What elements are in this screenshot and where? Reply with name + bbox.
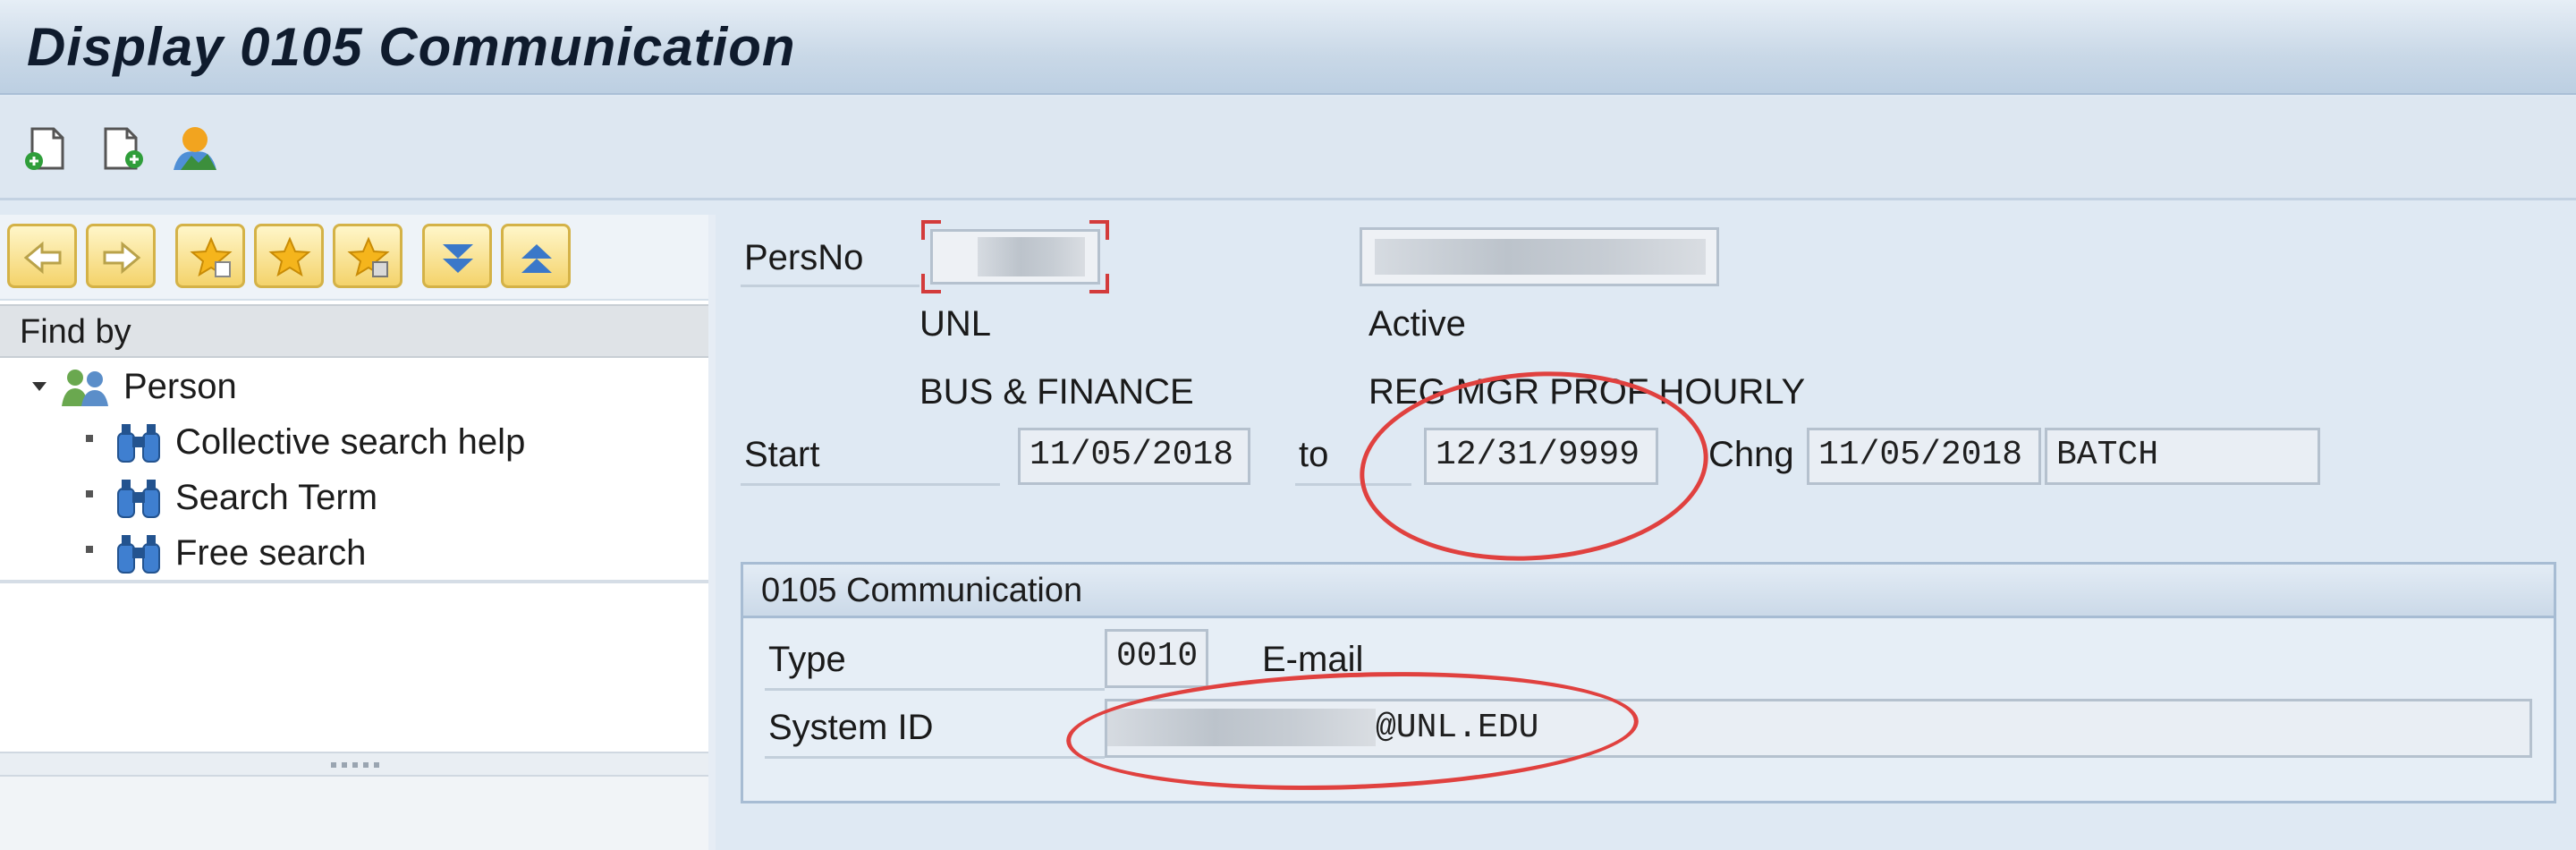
system-id-label: System ID	[768, 708, 934, 747]
tree-item-collective-search[interactable]: Collective search help	[0, 415, 708, 471]
communication-type-field[interactable]: 0010	[1105, 629, 1208, 688]
arrow-right-icon	[103, 241, 141, 275]
changed-on-date-field: 11/05/2018	[1807, 428, 2041, 485]
focus-corner	[921, 220, 941, 240]
org-unit-text: UNL	[919, 304, 992, 344]
tree-divider	[0, 580, 708, 583]
splitter-grip-icon[interactable]	[331, 762, 385, 768]
tree-item-label: Search Term	[175, 478, 378, 517]
changed-on-label: Chng	[1708, 435, 1794, 474]
persno-field[interactable]	[930, 229, 1100, 285]
employment-status-text: Active	[1368, 304, 1466, 344]
employee-name-field	[1360, 227, 1719, 286]
label-underline	[741, 285, 919, 287]
binoculars-icon	[117, 535, 160, 574]
changed-by-field: BATCH	[2045, 428, 2320, 485]
department-text: BUS & FINANCE	[919, 372, 1194, 412]
delete-favorite-button[interactable]	[333, 224, 402, 288]
label-underline	[765, 688, 1105, 691]
copy-document-icon[interactable]	[95, 122, 148, 175]
title-bar: Display 0105 Communication	[0, 0, 2576, 95]
person-overview-icon[interactable]	[168, 122, 222, 175]
object-manager-panel: Find by Person Collective search help Se…	[0, 215, 716, 850]
redacted-value	[1375, 239, 1706, 275]
label-underline	[765, 756, 1105, 759]
next-button[interactable]	[86, 224, 156, 288]
navigation-toolbar	[0, 215, 708, 301]
redacted-value	[978, 237, 1085, 276]
label-underline	[741, 483, 1000, 486]
people-icon	[62, 370, 108, 406]
find-by-header: Find by	[0, 304, 708, 358]
arrow-left-icon	[23, 241, 62, 275]
bullet-icon	[86, 546, 93, 553]
tree-node-label: Person	[123, 367, 237, 406]
favorite-icon	[268, 236, 311, 277]
focus-corner	[921, 274, 941, 293]
new-document-icon[interactable]	[20, 122, 73, 175]
infotype-header-area: PersNo UNL Active BUS & FINANCE REG MGR …	[723, 215, 2576, 850]
start-date-field[interactable]: 11/05/2018	[1018, 428, 1250, 485]
tree-item-label: Collective search help	[175, 422, 526, 462]
expand-all-icon	[443, 244, 473, 273]
add-favorite-button[interactable]	[175, 224, 245, 288]
to-label: to	[1299, 435, 1329, 474]
hit-list-pane	[0, 777, 708, 850]
favorite-add-icon	[190, 236, 233, 277]
focus-corner	[1089, 220, 1109, 240]
expand-all-button[interactable]	[422, 224, 492, 288]
focus-corner	[1089, 274, 1109, 293]
tree-item-search-term[interactable]: Search Term	[0, 471, 708, 526]
favorites-button[interactable]	[254, 224, 324, 288]
tree-item-label: Free search	[175, 533, 367, 573]
collapse-all-button[interactable]	[501, 224, 571, 288]
collapse-all-icon	[521, 244, 552, 273]
binoculars-icon	[117, 480, 160, 518]
binoculars-icon	[117, 424, 160, 463]
tree-node-person[interactable]: Person	[0, 360, 708, 415]
application-toolbar	[0, 97, 2576, 200]
communication-group: 0105 Communication Type 0010 E-mail Syst…	[741, 562, 2556, 803]
triangle-down-icon[interactable]	[30, 378, 48, 395]
favorite-delete-icon	[347, 236, 390, 277]
previous-button[interactable]	[7, 224, 77, 288]
group-title: 0105 Communication	[743, 565, 2554, 618]
pane-splitter[interactable]	[0, 752, 708, 777]
start-label: Start	[744, 435, 820, 474]
persno-label: PersNo	[744, 238, 864, 277]
bullet-icon	[86, 490, 93, 497]
bullet-icon	[86, 435, 93, 442]
tree-item-free-search[interactable]: Free search	[0, 526, 708, 582]
window-title: Display 0105 Communication	[27, 17, 796, 77]
type-label: Type	[768, 640, 846, 679]
